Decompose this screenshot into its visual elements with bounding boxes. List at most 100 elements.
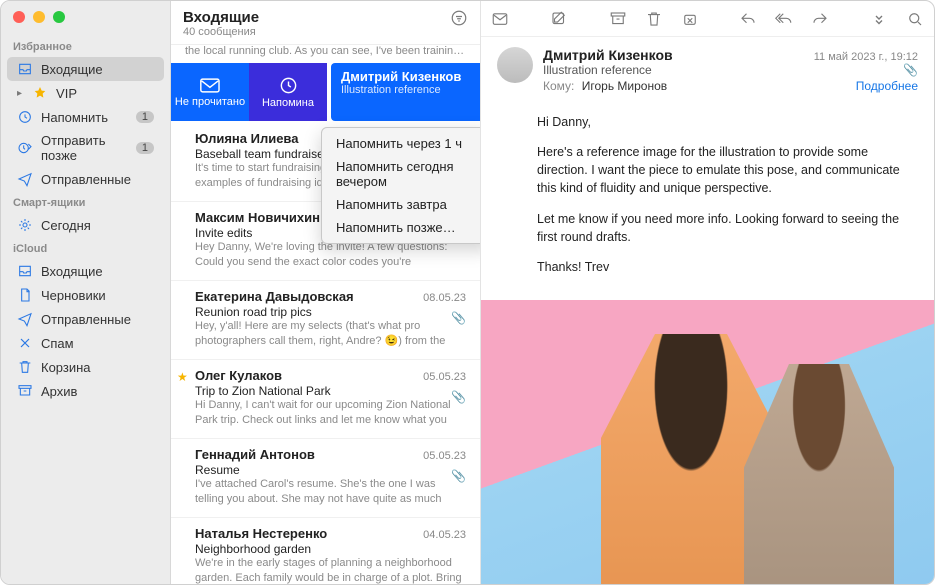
badge-count: 1 [136,111,154,123]
mail-window: ИзбранноеВходящие▸VIPНапомнить1Отправить… [0,0,935,585]
message-list-pane: Входящие 40 сообщения the local running … [171,1,481,584]
fullscreen-window-button[interactable] [53,11,65,23]
remind-context-menu: Напомнить через 1 ч Напомнить сегодня ве… [321,127,480,244]
paperplane-icon [17,311,33,327]
search-icon[interactable] [906,10,924,28]
msg-date: 08.05.23 [423,292,466,304]
sidebar-item-отправить позже[interactable]: Отправить позже 1 [7,129,164,167]
badge-count: 1 [136,142,154,154]
message-row[interactable]: ★Олег Кулаков05.05.23Trip to Zion Nation… [171,360,480,439]
sidebar-item-vip[interactable]: ▸ VIP [7,81,164,105]
message-row[interactable]: Наталья Нестеренко04.05.23Neighborhood g… [171,518,480,584]
gear-icon [17,217,33,233]
message-row[interactable]: Екатерина Давыдовская08.05.23Reunion roa… [171,281,480,360]
reader-toolbar [481,1,934,37]
message-row[interactable]: Геннадий Антонов05.05.23ResumeI've attac… [171,439,480,518]
sidebar-item-спам[interactable]: Спам [7,331,164,355]
sidebar-item-входящие[interactable]: Входящие [7,57,164,81]
msg-date: 05.05.23 [423,371,466,383]
msg-preview: We're in the early stages of planning a … [195,556,466,584]
paperclip-icon: 📎 [451,469,466,483]
forward-icon[interactable] [811,10,829,28]
msg-preview: I've attached Carol's resume. She's the … [195,477,466,507]
mailbox-count: 40 сообщения [183,26,259,38]
swiped-card-subject: Illustration reference [341,84,470,96]
tray-icon [17,263,33,279]
swipe-mark-unread[interactable]: Не прочитано [171,63,249,121]
filter-icon[interactable] [450,9,468,27]
chevron-right-icon: ▸ [17,88,22,99]
window-controls [1,7,170,35]
junk-icon[interactable] [681,10,699,28]
to-recipient: Игорь Миронов [582,79,667,93]
msg-date: 04.05.23 [423,529,466,541]
xmark-icon [17,335,33,351]
sidebar-item-отправленные[interactable]: Отправленные [7,167,164,191]
sidebar-section-title: iCloud [1,237,170,259]
body-p3: Let me know if you need more info. Looki… [537,210,914,246]
mail-header: Дмитрий Кизенков 11 май 2023 г., 19:12 I… [481,37,934,107]
minimize-window-button[interactable] [33,11,45,23]
msg-preview: Hey, y'all! Here are my selects (that's … [195,319,466,349]
body-p1: Hi Danny, [537,113,914,131]
reply-icon[interactable] [739,10,757,28]
sidebar-item-label: Входящие [41,264,154,279]
sidebar: ИзбранноеВходящие▸VIPНапомнить1Отправить… [1,1,171,584]
message-list-header: Входящие 40 сообщения [171,1,480,45]
message-list-scroll[interactable]: the local running club. As you can see, … [171,45,480,584]
more-icon[interactable] [870,10,888,28]
msg-subject: Resume [195,463,466,477]
swipe-unread-label: Не прочитано [175,96,245,108]
trash-icon [17,359,33,375]
doc-icon [17,287,33,303]
menu-item-remind-tonight[interactable]: Напомнить сегодня вечером [322,155,480,193]
sidebar-item-label: Сегодня [41,218,154,233]
msg-sender: Максим Новичихин [195,210,320,225]
sidebar-item-корзина[interactable]: Корзина [7,355,164,379]
msg-sender: Юлияна Илиева [195,131,299,146]
sidebar-item-напомнить[interactable]: Напомнить1 [7,105,164,129]
swiped-message-card[interactable]: Дмитрий Кизенков Illustration reference [331,63,480,121]
sidebar-item-черновики[interactable]: Черновики [7,283,164,307]
msg-sender: Наталья Нестеренко [195,526,327,541]
paperclip-icon: 📎 [451,390,466,404]
menu-item-remind-later[interactable]: Напомнить позже… [322,216,480,239]
swiped-card-sender: Дмитрий Кизенков [341,69,470,84]
swipe-actions-row: Не прочитано Напомина Дмитрий Кизенков I… [171,63,480,121]
msg-preview: Hey Danny, We're loving the invite! A fe… [195,240,466,270]
paperclip-icon: 📎 [451,311,466,325]
menu-item-remind-tomorrow[interactable]: Напомнить завтра [322,193,480,216]
sidebar-item-входящие[interactable]: Входящие [7,259,164,283]
new-message-icon[interactable] [491,10,509,28]
clock-icon [279,76,298,95]
mail-sender: Дмитрий Кизенков [543,47,673,63]
clock-icon [17,109,33,125]
trash-icon[interactable] [645,10,663,28]
archive-icon[interactable] [609,10,627,28]
compose-icon[interactable] [550,10,568,28]
mailbox-title: Входящие [183,9,259,26]
sidebar-item-label: Отправленные [41,312,154,327]
sidebar-item-отправленные[interactable]: Отправленные [7,307,164,331]
sender-avatar [497,47,533,83]
sidebar-item-label: Отправить позже [41,133,128,163]
sidebar-item-label: Отправленные [41,172,154,187]
sidebar-item-label: VIP [56,86,154,101]
truncated-preview: the local running club. As you can see, … [171,45,480,63]
swipe-remind[interactable]: Напомина [249,63,327,121]
reply-all-icon[interactable] [775,10,793,28]
tray-icon [17,61,33,77]
msg-subject: Trip to Zion National Park [195,384,466,398]
envelope-icon [199,77,221,94]
close-window-button[interactable] [13,11,25,23]
details-link[interactable]: Подробнее [856,79,918,93]
mail-body: Hi Danny, Here's a reference image for t… [481,107,934,300]
sidebar-item-label: Черновики [41,288,154,303]
star-icon [32,85,48,101]
msg-preview: Hi Danny, I can't wait for our upcoming … [195,398,466,428]
sidebar-item-архив[interactable]: Архив [7,379,164,403]
sidebar-item-сегодня[interactable]: Сегодня [7,213,164,237]
sidebar-item-label: Входящие [41,62,154,77]
menu-item-remind-1h[interactable]: Напомнить через 1 ч [322,132,480,155]
sidebar-section-title: Смарт-ящики [1,191,170,213]
